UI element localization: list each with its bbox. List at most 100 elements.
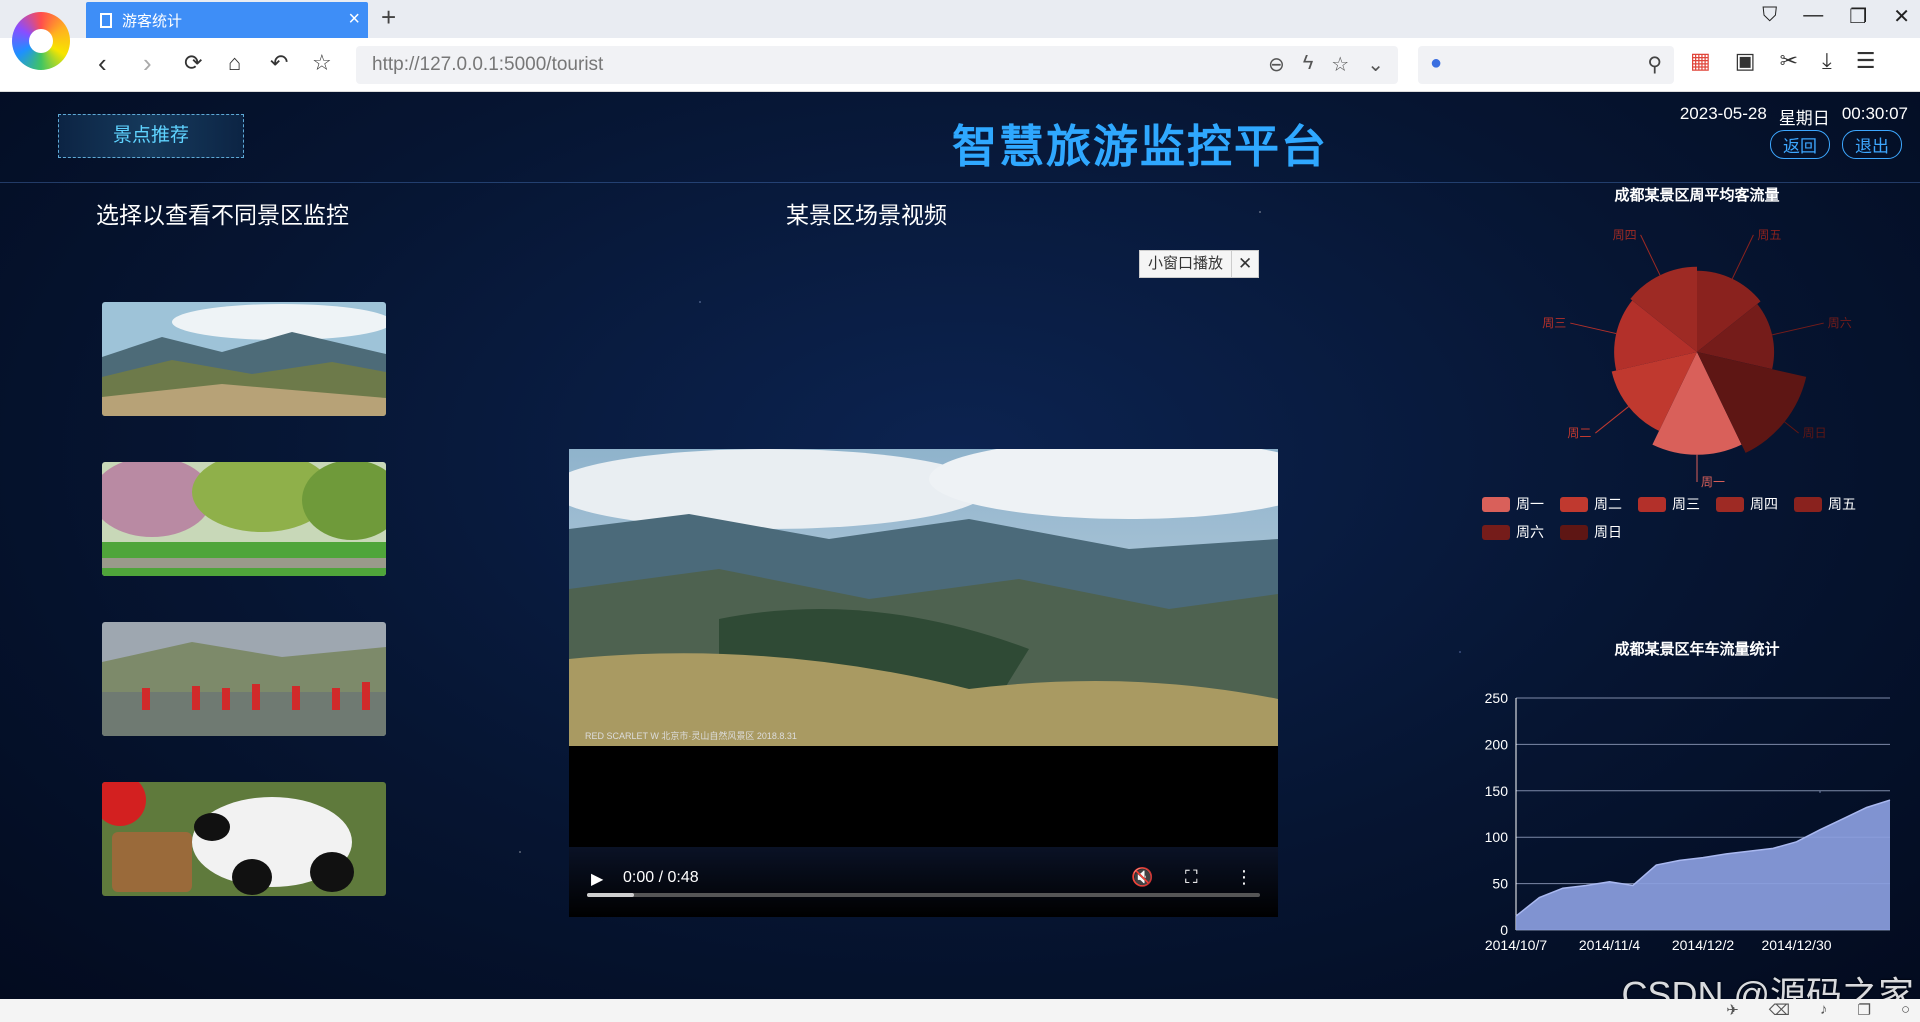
y-tick-label: 0 (1500, 922, 1508, 938)
home-icon[interactable]: ⌂ (228, 50, 241, 76)
video-progress-fill (587, 893, 635, 897)
status-icons: ✈ ⌫ ♪ ❐ ○ (1726, 1001, 1910, 1019)
window-controls: ⛉ — ❐ ✕ (1762, 4, 1910, 29)
skin-icon[interactable]: ⛉ (1762, 4, 1777, 29)
close-window-icon[interactable]: ✕ (1893, 4, 1910, 29)
pie-label: 周一 (1701, 475, 1725, 489)
date-text: 2023-05-28 (1679, 104, 1767, 123)
lightning-icon[interactable]: ϟ (1303, 52, 1314, 77)
reco-button[interactable]: 景点推荐 (58, 114, 244, 158)
legend-item[interactable]: 周六 (1482, 522, 1544, 542)
legend-item[interactable]: 周日 (1560, 522, 1622, 542)
video-frame: RED SCARLET W 北京市·灵山自然风景区 2018.8.31 (569, 449, 1278, 746)
download-icon[interactable]: ⤓ (1822, 48, 1832, 74)
scissors-icon[interactable]: ✂ (1780, 48, 1798, 74)
rocket-icon[interactable]: ✈ (1726, 1001, 1739, 1019)
left-section-title: 选择以查看不同景区监控 (96, 202, 349, 228)
x-tick-label: 2014/10/7 (1485, 937, 1547, 953)
weekday-text: 星期日 (1778, 109, 1830, 128)
document-icon (100, 12, 112, 28)
legend-item[interactable]: 周二 (1560, 494, 1622, 514)
scenic-list (96, 242, 528, 999)
legend-item[interactable]: 周五 (1794, 494, 1856, 514)
video-player[interactable]: RED SCARLET W 北京市·灵山自然风景区 2018.8.31 ▶ 0:… (569, 449, 1278, 917)
pie-label-line (1570, 322, 1617, 335)
zoom-icon[interactable]: ⊖ (1268, 52, 1285, 77)
legend-swatch (1716, 496, 1744, 512)
header-divider (0, 182, 1920, 183)
restore-icon[interactable]: ❐ (1849, 4, 1867, 29)
trash-icon[interactable]: ⌫ (1769, 1001, 1790, 1019)
pie-chart-title: 成都某景区周平均客流量 (1614, 187, 1780, 204)
pie-legend: 周一 周二 周三 周四 周五周六 周日 (1482, 494, 1912, 542)
legend-item[interactable]: 周四 (1716, 494, 1778, 514)
legend-item[interactable]: 周一 (1482, 494, 1544, 514)
legend-label: 周三 (1672, 496, 1700, 512)
x-tick-label: 2014/11/4 (1579, 937, 1640, 953)
legend-item[interactable]: 周三 (1638, 494, 1700, 514)
url-input[interactable]: http://127.0.0.1:5000/tourist ⊖ ϟ ☆ ⌄ (356, 46, 1398, 84)
menu-icon[interactable]: ☰ (1856, 48, 1876, 74)
x-tick-label: 2014/12/30 (1761, 937, 1831, 953)
y-tick-label: 200 (1485, 736, 1509, 752)
scenic-thumb-mountain[interactable] (102, 302, 386, 416)
video-caption: RED SCARLET W 北京市·灵山自然风景区 2018.8.31 (585, 731, 797, 741)
browser-logo-icon (12, 12, 70, 70)
sound-icon[interactable]: ♪ (1820, 1001, 1828, 1019)
window-icon[interactable]: ❐ (1857, 1001, 1870, 1019)
new-tab-icon[interactable]: + (381, 2, 396, 33)
mini-player-button[interactable]: 小窗口播放 ✕ (1139, 250, 1260, 278)
reload-icon[interactable]: ⟳ (184, 50, 202, 76)
y-tick-label: 250 (1485, 690, 1509, 706)
logout-button[interactable]: 退出 (1842, 130, 1902, 159)
pie-label: 周日 (1803, 426, 1827, 440)
mini-player-label: 小窗口播放 (1140, 251, 1233, 277)
minimize-icon[interactable]: — (1803, 4, 1823, 29)
pie-label-line (1784, 421, 1799, 434)
back-icon[interactable]: ‹ (98, 48, 107, 79)
legend-label: 周一 (1516, 496, 1544, 512)
fullscreen-icon[interactable]: ⛶ (1185, 867, 1198, 888)
video-section-title: 某景区场景视频 (786, 202, 947, 228)
line-chart: 0 50 100 150 200 250 2014/10/7 2014/11/4 2014/12… (1485, 690, 1891, 953)
pie-label: 周三 (1542, 316, 1566, 330)
y-tick-label: 150 (1485, 783, 1509, 799)
mini-player-close-icon[interactable]: ✕ (1232, 254, 1258, 274)
play-icon[interactable]: ▶ (591, 869, 603, 889)
legend-label: 周日 (1594, 524, 1622, 540)
scenic-thumb-panda[interactable] (102, 782, 386, 896)
pie-chart: 周一 周二 周三 周四 周五周六周日 (1542, 228, 1852, 489)
legend-swatch (1560, 524, 1588, 540)
forward-icon[interactable]: › (143, 48, 152, 79)
scenic-thumb-park[interactable] (102, 462, 386, 576)
mute-icon[interactable]: 🔇 (1131, 867, 1153, 888)
legend-swatch (1482, 524, 1510, 540)
header-buttons: 返回 退出 (1770, 130, 1902, 159)
bookmark-star-icon[interactable]: ☆ (312, 50, 332, 76)
pie-label: 周六 (1828, 316, 1852, 330)
dropdown-icon[interactable]: ⌄ (1367, 52, 1384, 77)
page-title: 智慧旅游监控平台 (951, 121, 1328, 172)
close-tab-icon[interactable]: × (348, 8, 360, 31)
reader-icon[interactable]: ▣ (1735, 48, 1756, 74)
search-status-icon[interactable]: ○ (1901, 1001, 1910, 1019)
tab-title: 游客统计 (122, 12, 183, 30)
pie-label-line (1772, 322, 1824, 336)
y-tick-label: 50 (1492, 876, 1508, 892)
search-input[interactable]: ● ⚲ (1418, 46, 1674, 84)
more-options-icon[interactable]: ⋮ (1235, 867, 1253, 888)
legend-label: 周四 (1750, 496, 1778, 512)
legend-label: 周六 (1516, 524, 1544, 540)
favorite-icon[interactable]: ☆ (1331, 52, 1349, 77)
legend-swatch (1638, 496, 1666, 512)
browser-tools: ▦ ▣ ✂ ⤓ ☰ (1690, 48, 1876, 74)
dashboard-page: 景点推荐 智慧旅游监控平台 2023-05-28 星期日 00:30:07 返回… (0, 92, 1920, 999)
legend-label: 周二 (1594, 496, 1622, 512)
apps-icon[interactable]: ▦ (1690, 48, 1711, 74)
search-icon[interactable]: ⚲ (1647, 52, 1662, 77)
browser-tab[interactable]: 游客统计 × (86, 2, 368, 38)
video-progress-bar[interactable] (587, 893, 1260, 897)
undo-icon[interactable]: ↶ (270, 50, 288, 76)
scenic-thumb-festival[interactable] (102, 622, 386, 736)
back-button[interactable]: 返回 (1770, 130, 1830, 159)
